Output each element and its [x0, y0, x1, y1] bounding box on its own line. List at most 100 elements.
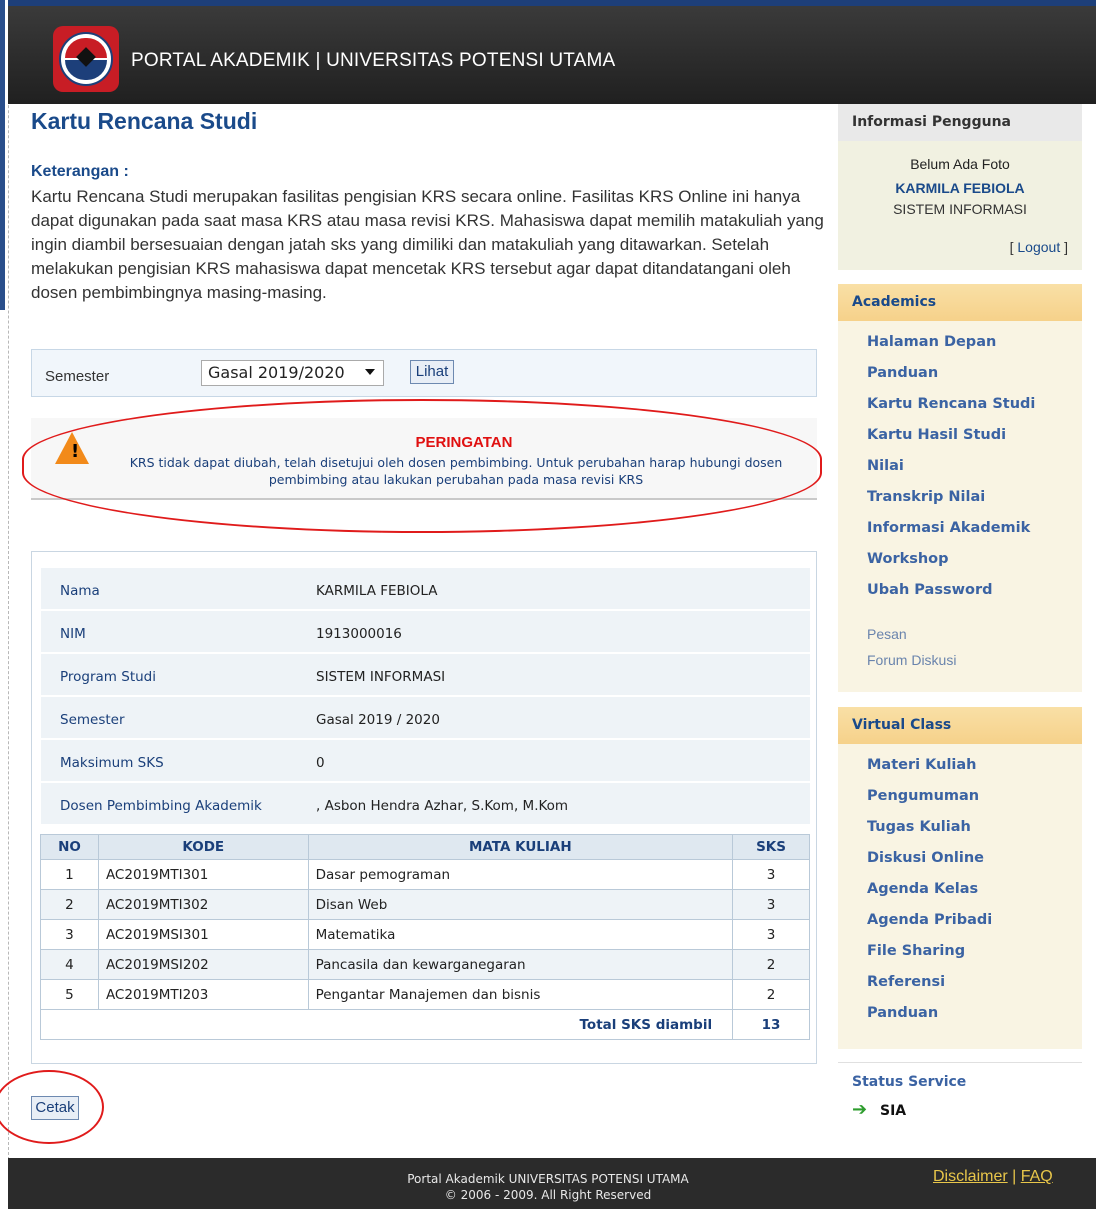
table-row: 1 AC2019MTI301 Dasar pemograman 3 [40, 859, 810, 890]
info-value: , Asbon Hendra Azhar, S.Kom, M.Kom [316, 798, 569, 814]
arrow-right-icon: ➔ [852, 1099, 868, 1120]
footer-links: Disclaimer | FAQ [933, 1168, 1053, 1186]
logout-bracket-close: ] [1060, 239, 1068, 255]
info-value: KARMILA FEBIOLA [316, 583, 438, 599]
table-total-row: Total SKS diambil 13 [39, 1009, 810, 1040]
nav-pesan[interactable]: Pesan [867, 626, 907, 642]
sidebar-divider [838, 1062, 1082, 1063]
user-photo-placeholder: Belum Ada Foto [910, 156, 1010, 172]
cell-kode: AC2019MTI302 [97, 889, 309, 920]
table-header-row: NO KODE MATA KULIAH SKS [40, 834, 810, 860]
table-row: 4 AC2019MSI202 Pancasila dan kewarganega… [40, 949, 810, 980]
cell-sks: 3 [732, 919, 810, 950]
nav-kartu-rencana-studi[interactable]: Kartu Rencana Studi [867, 396, 1035, 412]
header-top-line [8, 0, 1096, 6]
virtual-class-header: Virtual Class [852, 717, 952, 733]
nav-tugas-kuliah[interactable]: Tugas Kuliah [867, 819, 971, 835]
logout-wrapper: [ Logout ] [1010, 239, 1068, 255]
user-info-header: Informasi Pengguna [852, 114, 1011, 130]
status-service-sia[interactable]: SIA [880, 1103, 906, 1119]
info-row-maksimum-sks: Maksimum SKS 0 [41, 740, 810, 783]
nav-kartu-hasil-studi[interactable]: Kartu Hasil Studi [867, 427, 1006, 443]
nav-panduan[interactable]: Panduan [867, 365, 938, 381]
faq-link[interactable]: FAQ [1021, 1168, 1053, 1185]
page-left-accent [0, 0, 5, 310]
cell-kode: AC2019MSI301 [97, 919, 309, 950]
info-value: 1913000016 [316, 626, 402, 642]
semester-filter-bar: Semester Gasal 2019/2020 Lihat [31, 349, 817, 397]
nav-diskusi-online[interactable]: Diskusi Online [867, 850, 984, 866]
cell-no: 4 [40, 949, 99, 980]
cell-mata-kuliah: Matematika [307, 919, 734, 950]
nav-forum-diskusi[interactable]: Forum Diskusi [867, 652, 956, 668]
column-header-kode: KODE [97, 834, 309, 860]
info-row-nim: NIM 1913000016 [41, 611, 810, 654]
column-header-no: NO [40, 834, 99, 860]
nav-ubah-password[interactable]: Ubah Password [867, 582, 992, 598]
academics-box: Academics Halaman Depan Panduan Kartu Re… [838, 284, 1082, 692]
info-row-nama: Nama KARMILA FEBIOLA [41, 568, 810, 611]
student-info: Nama KARMILA FEBIOLA NIM 1913000016 Prog… [41, 568, 810, 826]
site-header: PORTAL AKADEMIK | UNIVERSITAS POTENSI UT… [8, 0, 1096, 104]
chevron-down-icon [365, 369, 375, 375]
info-label: Program Studi [60, 669, 156, 685]
info-row-dosen-pembimbing: Dosen Pembimbing Akademik , Asbon Hendra… [41, 783, 810, 826]
cell-sks: 3 [732, 859, 810, 890]
cell-kode: AC2019MTI203 [97, 979, 309, 1010]
nav-file-sharing[interactable]: File Sharing [867, 943, 965, 959]
footer-link-separator: | [1007, 1168, 1021, 1185]
table-row: 2 AC2019MTI302 Disan Web 3 [40, 889, 810, 920]
annotation-circle-cetak [0, 1070, 104, 1144]
nav-pengumuman[interactable]: Pengumuman [867, 788, 979, 804]
user-info-box: Informasi Pengguna Belum Ada Foto KARMIL… [838, 104, 1082, 270]
status-service-header: Status Service [852, 1074, 967, 1090]
cell-no: 1 [40, 859, 99, 890]
info-label: Semester [60, 712, 125, 728]
info-label: NIM [60, 626, 86, 642]
cell-mata-kuliah: Dasar pemograman [307, 859, 734, 890]
keterangan-label: Keterangan : [31, 163, 129, 180]
university-logo[interactable] [53, 26, 119, 92]
user-name: KARMILA FEBIOLA [895, 180, 1025, 196]
semester-selected-value: Gasal 2019/2020 [208, 363, 345, 382]
annotation-circle-warning [22, 399, 822, 533]
nav-agenda-pribadi[interactable]: Agenda Pribadi [867, 912, 992, 928]
total-sks-label: Total SKS diambil [39, 1009, 734, 1040]
nav-workshop[interactable]: Workshop [867, 551, 949, 567]
cell-mata-kuliah: Pengantar Manajemen dan bisnis [307, 979, 734, 1010]
nav-materi-kuliah[interactable]: Materi Kuliah [867, 757, 977, 773]
nav-agenda-kelas[interactable]: Agenda Kelas [867, 881, 978, 897]
cell-no: 5 [40, 979, 99, 1010]
mata-kuliah-table: NO KODE MATA KULIAH SKS 1 AC2019MTI301 D… [39, 834, 810, 1040]
nav-transkrip-nilai[interactable]: Transkrip Nilai [867, 489, 985, 505]
site-title: PORTAL AKADEMIK | UNIVERSITAS POTENSI UT… [131, 50, 616, 71]
nav-informasi-akademik[interactable]: Informasi Akademik [867, 520, 1030, 536]
lihat-button[interactable]: Lihat [410, 360, 454, 384]
footer-text-line1: Portal Akademik UNIVERSITAS POTENSI UTAM… [407, 1172, 689, 1186]
keterangan-text: Kartu Rencana Studi merupakan fasilitas … [31, 187, 824, 302]
logout-link[interactable]: Logout [1017, 239, 1060, 255]
cell-mata-kuliah: Disan Web [307, 889, 734, 920]
nav-panduan-vc[interactable]: Panduan [867, 1005, 938, 1021]
academics-header: Academics [852, 294, 937, 310]
column-header-mata-kuliah: MATA KULIAH [307, 834, 734, 860]
info-label: Dosen Pembimbing Akademik [60, 798, 262, 814]
logo-emblem [59, 32, 113, 86]
nav-halaman-depan[interactable]: Halaman Depan [867, 334, 996, 350]
table-row: 3 AC2019MSI301 Matematika 3 [40, 919, 810, 950]
column-header-sks: SKS [732, 834, 810, 860]
semester-select[interactable]: Gasal 2019/2020 [201, 360, 384, 386]
disclaimer-link[interactable]: Disclaimer [933, 1168, 1008, 1185]
nav-referensi[interactable]: Referensi [867, 974, 945, 990]
cell-sks: 2 [732, 979, 810, 1010]
cell-sks: 3 [732, 889, 810, 920]
nav-nilai[interactable]: Nilai [867, 458, 904, 474]
info-row-semester: Semester Gasal 2019 / 2020 [41, 697, 810, 740]
info-value: SISTEM INFORMASI [316, 669, 446, 685]
cell-mata-kuliah: Pancasila dan kewarganegaran [307, 949, 734, 980]
cell-no: 3 [40, 919, 99, 950]
info-value: 0 [316, 755, 325, 771]
cell-sks: 2 [732, 949, 810, 980]
total-sks-value: 13 [732, 1009, 810, 1040]
page-title: Kartu Rencana Studi [31, 108, 258, 134]
